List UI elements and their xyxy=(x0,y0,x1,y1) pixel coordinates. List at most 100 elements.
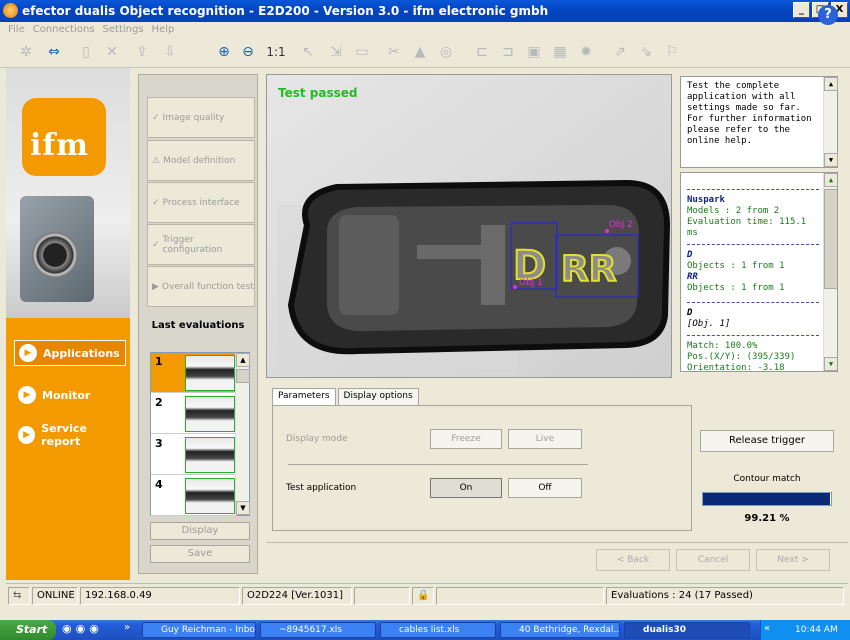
image-viewer[interactable]: D RR Obj 2 Obj 1 xyxy=(266,74,672,378)
download-icon[interactable]: ⇩ xyxy=(160,42,180,62)
scroll-thumb[interactable] xyxy=(824,189,837,289)
results-panel: Nuspark Models : 2 from 2 Evaluation tim… xyxy=(680,172,838,372)
play-icon: ▶ xyxy=(18,426,36,444)
evaluation-number: 4 xyxy=(155,478,163,491)
step-process-interface[interactable]: ✓ Process interface xyxy=(147,182,255,223)
connect-icon[interactable]: ✲ xyxy=(16,42,36,62)
export-icon[interactable]: ⇗ xyxy=(610,42,630,62)
scroll-thumb[interactable] xyxy=(236,369,250,383)
evaluation-item[interactable]: 2 xyxy=(151,394,237,434)
rect-icon[interactable]: ▭ xyxy=(352,42,372,62)
task-excel-1[interactable]: ~8945617.xls xyxy=(260,622,376,638)
task-outlook[interactable]: Guy Reichman - Inbo... xyxy=(142,622,256,638)
help-text-panel: Test the complete application with all s… xyxy=(680,76,838,168)
scroll-down-icon[interactable]: ▼ xyxy=(824,357,837,371)
fill-icon[interactable]: ▲ xyxy=(410,42,430,62)
match-value: Match: 100.0% xyxy=(687,341,758,351)
obj2-label: Obj 2 xyxy=(609,220,633,230)
help-icon[interactable]: ? xyxy=(818,5,838,25)
import-icon[interactable]: ⇘ xyxy=(636,42,656,62)
step-trigger-configuration[interactable]: ✓ Trigger configuration xyxy=(147,224,255,265)
detail-object: [Obj. 1] xyxy=(687,319,731,329)
step-label: Trigger configuration xyxy=(162,234,223,255)
display-button[interactable]: Display xyxy=(150,522,250,540)
menu-settings[interactable]: Settings xyxy=(103,22,144,38)
evaluation-item[interactable]: 3 xyxy=(151,435,237,475)
test-on-button[interactable]: On xyxy=(430,478,502,498)
scroll-down-icon[interactable]: ▼ xyxy=(824,153,838,167)
nav-monitor[interactable]: ▶ Monitor xyxy=(14,382,126,408)
menu-bar: File Connections Settings Help xyxy=(0,22,850,38)
tab-parameters[interactable]: Parameters xyxy=(272,388,336,406)
evaluation-number: 3 xyxy=(155,437,163,450)
pointer-icon[interactable]: ⇲ xyxy=(326,42,346,62)
step-model-definition[interactable]: ⚠ Model definition xyxy=(147,140,255,181)
quick-launch[interactable]: ◉◉◉ xyxy=(62,622,132,638)
tray-expand[interactable]: « xyxy=(764,623,770,634)
zoom-in-icon[interactable]: ⊕ xyxy=(214,42,234,62)
nav-service-report[interactable]: ▶ Service report xyxy=(14,422,126,448)
evaluation-item[interactable]: 1 xyxy=(151,353,237,393)
orientation-value: Orientation: -3.18 degree xyxy=(687,363,785,372)
new-icon[interactable]: ▯ xyxy=(76,42,96,62)
model-d-objects: Objects : 1 from 1 xyxy=(687,261,785,271)
task-excel-2[interactable]: cables list.xls xyxy=(380,622,496,638)
settings-icon[interactable]: ✹ xyxy=(576,42,596,62)
delete-icon[interactable]: ✕ xyxy=(102,42,122,62)
task-dualis[interactable]: dualis30 xyxy=(624,622,750,638)
test-status: Test passed xyxy=(278,86,358,100)
step-overall-function-test[interactable]: ▶ Overall function test xyxy=(147,266,255,307)
menu-help[interactable]: Help xyxy=(152,22,175,38)
scroll-up-icon[interactable]: ▲ xyxy=(824,77,838,91)
evaluation-item[interactable]: 4 xyxy=(151,476,237,516)
menu-connections[interactable]: Connections xyxy=(33,22,95,38)
back-button[interactable]: < Back xyxy=(596,549,670,571)
zoom-out-icon[interactable]: ⊖ xyxy=(238,42,258,62)
model-rr-name: RR xyxy=(687,272,698,282)
frame-icon[interactable]: ▣ xyxy=(524,42,544,62)
quick-launch-more[interactable]: » xyxy=(124,622,130,633)
step-image-quality[interactable]: ✓ Image quality xyxy=(147,97,255,138)
grid-icon[interactable]: ▦ xyxy=(550,42,570,62)
app-name: Nuspark xyxy=(687,195,725,205)
evaluation-time: Evaluation time: 115.1 ms xyxy=(687,217,807,238)
align-right-icon[interactable]: ⊐ xyxy=(498,42,518,62)
save-button[interactable]: Save xyxy=(150,545,250,563)
help-text: Test the complete application with all s… xyxy=(687,81,812,146)
system-tray: 10:44 AM xyxy=(760,620,850,640)
tab-display-options[interactable]: Display options xyxy=(337,388,419,406)
live-button[interactable]: Live xyxy=(508,429,582,449)
tool-icon[interactable]: ✂ xyxy=(384,42,404,62)
scroll-up-icon[interactable]: ▲ xyxy=(824,173,837,187)
evaluations-scrollbar[interactable]: ▲ ▼ xyxy=(235,353,250,515)
next-button[interactable]: Next > xyxy=(756,549,830,571)
upload-icon[interactable]: ⇪ xyxy=(132,42,152,62)
last-evaluations-title: Last evaluations xyxy=(151,320,245,331)
params-panel xyxy=(272,405,692,531)
camera-lens-icon xyxy=(32,232,78,278)
select-icon[interactable]: ↖ xyxy=(298,42,318,62)
scroll-up-icon[interactable]: ▲ xyxy=(236,353,250,367)
detail-model: D xyxy=(687,308,693,318)
play-icon: ▶ xyxy=(18,386,36,404)
release-trigger-button[interactable]: Release trigger xyxy=(700,430,834,452)
minimize-button[interactable]: _ xyxy=(793,2,810,18)
target-icon[interactable]: ◎ xyxy=(436,42,456,62)
align-left-icon[interactable]: ⊏ xyxy=(472,42,492,62)
flag-icon[interactable]: ⚐ xyxy=(662,42,682,62)
nav-applications[interactable]: ▶ Applications xyxy=(14,340,126,366)
transfer-icon[interactable]: ⇔ xyxy=(44,42,64,62)
zoom-reset-button[interactable]: 1:1 xyxy=(264,42,288,62)
connection-status: ONLINE xyxy=(32,587,78,605)
menu-file[interactable]: File xyxy=(8,22,25,38)
task-browser[interactable]: 40 Bethridge, Rexdal... xyxy=(500,622,620,638)
evaluation-thumbnail xyxy=(185,355,235,391)
cancel-button[interactable]: Cancel xyxy=(676,549,750,571)
test-off-button[interactable]: Off xyxy=(508,478,582,498)
freeze-button[interactable]: Freeze xyxy=(430,429,502,449)
evaluation-thumbnail xyxy=(185,437,235,473)
start-button[interactable]: Start xyxy=(0,620,56,640)
results-scrollbar[interactable]: ▲ ▼ xyxy=(823,173,837,371)
scroll-down-icon[interactable]: ▼ xyxy=(236,501,250,515)
help-scrollbar[interactable]: ▲ ▼ xyxy=(823,77,838,167)
